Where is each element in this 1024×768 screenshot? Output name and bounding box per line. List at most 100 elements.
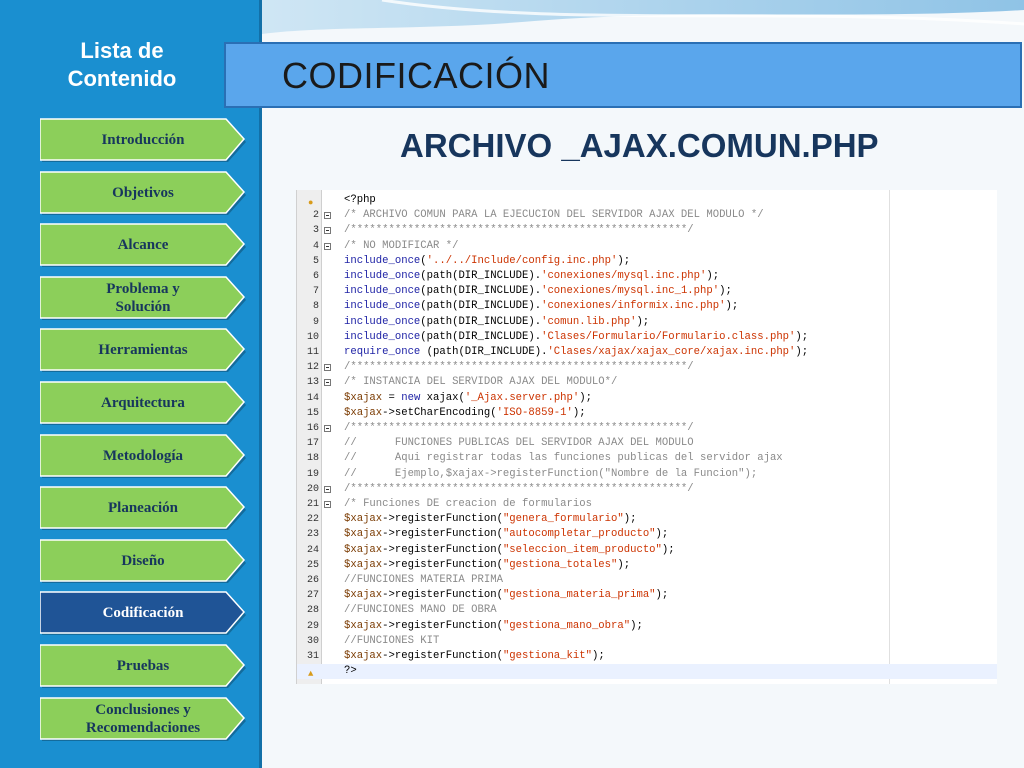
line-number: 14 bbox=[306, 392, 319, 404]
code-text: // Aqui registrar todas las funciones pu… bbox=[344, 451, 783, 466]
code-text: //FUNCIONES MANO DE OBRA bbox=[344, 603, 497, 618]
code-token: '../../Include/config.inc.php' bbox=[426, 254, 618, 267]
nav-item-label: Arquitectura bbox=[101, 395, 185, 411]
nav-item-4[interactable]: Problema y Solución bbox=[40, 276, 246, 320]
code-token: '_Ajax.server.php' bbox=[464, 391, 580, 404]
code-token: ); bbox=[617, 254, 631, 267]
nav-item-11[interactable]: Pruebas bbox=[40, 644, 246, 688]
line-number: 11 bbox=[306, 347, 319, 358]
code-line: 8 include_once(path(DIR_INCLUDE).'conexio… bbox=[297, 299, 997, 314]
nav-item-7[interactable]: Metodología bbox=[40, 433, 246, 478]
line-number: 16 bbox=[306, 423, 319, 434]
line-number: 12 bbox=[306, 362, 319, 374]
code-token: ); bbox=[795, 330, 809, 343]
decorative-wave bbox=[262, 0, 1024, 34]
code-token: include_once bbox=[344, 285, 421, 298]
nav-item-3[interactable]: Alcance bbox=[40, 223, 246, 268]
code-line: 26 //FUNCIONES MATERIA PRIMA bbox=[297, 573, 997, 588]
code-token: $xajax bbox=[344, 406, 383, 419]
code-token: $xajax bbox=[344, 619, 383, 632]
sidebar-title-line1: Lista de bbox=[80, 38, 164, 63]
nav-item-2[interactable]: Objetivos bbox=[40, 170, 246, 215]
code-token: "autocompletar_producto" bbox=[502, 528, 656, 541]
nav-item-label: Planeación bbox=[108, 500, 178, 517]
code-token: // Aqui registrar todas las funciones pu… bbox=[344, 452, 783, 465]
fold-toggle-icon[interactable] bbox=[324, 227, 331, 235]
line-number: 8 bbox=[312, 301, 319, 313]
code-token: /* INSTANCIA DEL SERVIDOR AJAX DEL MODUL… bbox=[344, 376, 618, 389]
code-text: $xajax->registerFunction("gestiona_kit")… bbox=[344, 649, 605, 664]
code-text: /* INSTANCIA DEL SERVIDOR AJAX DEL MODUL… bbox=[344, 375, 617, 390]
code-token: 'ISO-8859-1' bbox=[496, 406, 573, 419]
line-number: 2 bbox=[312, 210, 319, 222]
code-token: /* ARCHIVO COMUN PARA LA EJECUCION DEL S… bbox=[344, 209, 764, 222]
nav-item-10[interactable]: Codificación bbox=[40, 591, 246, 636]
code-line: 6 include_once(path(DIR_INCLUDE).'conexio… bbox=[297, 269, 997, 284]
code-token: "gestiona_mano_obra" bbox=[502, 619, 631, 632]
line-number: 3 bbox=[312, 225, 319, 237]
fold-toggle-icon[interactable] bbox=[324, 501, 331, 508]
line-number: 5 bbox=[312, 255, 319, 267]
code-text: $xajax->registerFunction("genera_formula… bbox=[344, 512, 636, 527]
nav-item-label: Problema y Solución bbox=[106, 280, 180, 315]
fold-toggle-icon[interactable] bbox=[324, 212, 331, 220]
code-line: 28 //FUNCIONES MANO DE OBRA bbox=[297, 603, 997, 618]
code-text: ?> bbox=[344, 664, 357, 679]
code-token: include_once bbox=[344, 254, 421, 267]
code-text: require_once (path(DIR_INCLUDE).'Clases/… bbox=[344, 345, 808, 360]
code-token: ->setCharEncoding( bbox=[382, 406, 497, 419]
code-token: 'conexiones/mysql.inc.php' bbox=[541, 270, 707, 282]
nav-item-6[interactable]: Arquitectura bbox=[40, 381, 246, 425]
code-token: ); bbox=[591, 650, 605, 662]
code-token: ); bbox=[655, 528, 669, 541]
line-number: 18 bbox=[306, 453, 319, 465]
nav-item-12[interactable]: Conclusiones y Recomendaciones bbox=[40, 696, 246, 741]
line-number: 22 bbox=[306, 514, 319, 526]
code-text: include_once(path(DIR_INCLUDE).'conexion… bbox=[344, 269, 719, 284]
nav-item-label: Conclusiones y Recomendaciones bbox=[85, 701, 201, 736]
fold-toggle-icon[interactable] bbox=[324, 242, 331, 250]
code-token: "seleccion_item_producto" bbox=[502, 543, 662, 556]
nav-item-label: Metodología bbox=[103, 447, 183, 464]
code-line: 14 $xajax = new xajax('_Ajax.server.php')… bbox=[297, 391, 997, 406]
nav-item-5[interactable]: Herramientas bbox=[40, 328, 246, 373]
code-line: 2 /* ARCHIVO COMUN PARA LA EJECUCION DEL … bbox=[297, 208, 997, 223]
fold-toggle-icon[interactable] bbox=[324, 379, 331, 387]
fold-toggle-icon[interactable] bbox=[324, 485, 331, 493]
code-text: /***************************************… bbox=[344, 421, 694, 436]
fold-toggle-icon[interactable] bbox=[324, 425, 331, 432]
line-number: 24 bbox=[306, 544, 319, 556]
code-editor[interactable]: ● <?php 2 /* ARCHIVO COMUN PARA LA EJECUCIO… bbox=[296, 190, 997, 684]
nav-item-1[interactable]: Introducción bbox=[40, 118, 246, 162]
code-token: $xajax bbox=[344, 513, 383, 526]
line-number: 9 bbox=[312, 316, 319, 328]
code-line: 22 $xajax->registerFunction("genera_formu… bbox=[297, 512, 997, 527]
code-token: //FUNCIONES KIT bbox=[344, 634, 440, 647]
code-token: 'conexiones/mysql.inc_1.php' bbox=[541, 285, 720, 298]
code-token: 'comun.lib.php' bbox=[541, 315, 637, 328]
code-token: (path(DIR_INCLUDE). bbox=[420, 270, 542, 282]
code-token: (path(DIR_INCLUDE). bbox=[420, 315, 542, 328]
warning-icon[interactable]: ▲ bbox=[308, 667, 313, 682]
code-token: // Ejemplo,$xajax->registerFunction("Nom… bbox=[344, 467, 758, 480]
code-text: include_once(path(DIR_INCLUDE).'conexion… bbox=[344, 299, 738, 314]
code-token: ->registerFunction( bbox=[382, 513, 503, 526]
code-token: ->registerFunction( bbox=[382, 589, 503, 602]
line-number: 19 bbox=[306, 468, 319, 480]
code-token: ->registerFunction( bbox=[382, 543, 503, 556]
code-token: include_once bbox=[344, 315, 421, 328]
fold-toggle-icon[interactable] bbox=[324, 364, 331, 372]
nav-item-label: Codificación bbox=[102, 605, 184, 622]
nav-item-label: Pruebas bbox=[116, 658, 170, 674]
nav-item-label: Introducción bbox=[101, 132, 185, 148]
code-token: $xajax bbox=[344, 558, 383, 571]
line-number: 10 bbox=[306, 331, 319, 343]
code-token: ); bbox=[706, 270, 720, 282]
code-text: /***************************************… bbox=[344, 223, 694, 238]
code-token: ->registerFunction( bbox=[382, 528, 503, 541]
nav-item-9[interactable]: Diseño bbox=[40, 539, 246, 583]
page-title: CODIFICACIÓN bbox=[282, 55, 551, 96]
code-text: $xajax->registerFunction("seleccion_item… bbox=[344, 543, 675, 558]
nav-item-8[interactable]: Planeación bbox=[40, 486, 246, 531]
line-number: 13 bbox=[306, 377, 319, 389]
